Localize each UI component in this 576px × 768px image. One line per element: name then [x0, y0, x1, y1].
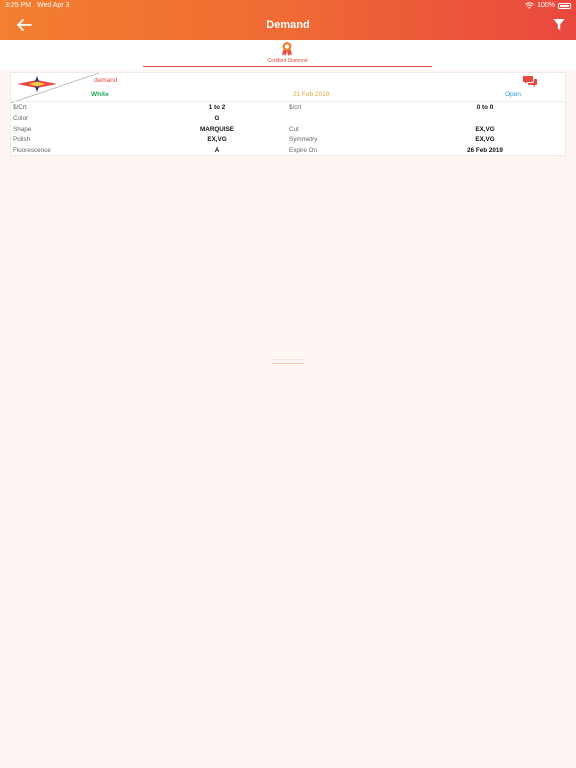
status-right: 100%	[525, 0, 571, 11]
table-row: Fluorescence A Expire On 26 Feb 2019	[11, 145, 567, 156]
row-label-left: Shape	[13, 125, 32, 133]
row-label-left: Fluorescence	[13, 147, 51, 155]
tab-label: Certified Diamond	[267, 58, 308, 64]
row-value-left: G	[214, 114, 220, 122]
app-header: 3:25 PM Wed Apr 3 100% Demand	[0, 0, 576, 40]
page-title: Demand	[266, 19, 310, 31]
status-time: 3:25 PM	[5, 2, 32, 9]
color-type-label: White	[91, 91, 109, 98]
row-label-right: Cut	[289, 125, 299, 133]
filter-funnel-icon[interactable]	[553, 18, 565, 31]
row-value-right: 26 Feb 2019	[467, 147, 503, 155]
row-value-right: EX,VG	[475, 125, 495, 133]
status-badge: Open	[505, 91, 521, 98]
card-title: demand	[94, 77, 118, 84]
chat-bubbles-icon[interactable]	[523, 75, 537, 87]
details-table: $/Crt 1 to 2 $/crt 0 to 0 Color G Shape …	[11, 102, 567, 156]
row-value-right: 0 to 0	[476, 104, 494, 111]
battery-percent: 100%	[537, 2, 555, 9]
row-value-left: EX,VG	[207, 136, 227, 144]
row-value-left: MARQUISE	[200, 125, 234, 133]
tab-bar: Certified Diamond	[0, 40, 576, 70]
posted-date: 21 Feb 2019	[293, 91, 330, 98]
status-date: Wed Apr 3	[37, 2, 70, 9]
table-row: Polish EX,VG Symmetry EX,VG	[11, 134, 567, 145]
wifi-icon	[525, 2, 534, 9]
row-label-right: $/crt	[289, 104, 302, 111]
status-bar: 3:25 PM Wed Apr 3 100%	[0, 0, 576, 11]
loading-indicator	[272, 356, 304, 368]
award-ribbon-icon	[281, 42, 293, 56]
demand-card[interactable]: demand White 21 Feb 2019 Open $/Crt 1 to…	[10, 72, 566, 156]
tab-certified-diamond[interactable]: Certified Diamond	[143, 40, 432, 67]
row-value-right: EX,VG	[475, 136, 495, 144]
diamond-logo-icon	[17, 76, 57, 92]
row-label-right: Expire On	[289, 147, 317, 155]
row-label-left: $/Crt	[13, 104, 27, 111]
row-label-left: Polish	[13, 136, 31, 144]
row-label-left: Color	[13, 114, 29, 122]
table-row: Shape MARQUISE Cut EX,VG	[11, 124, 567, 135]
table-row: $/Crt 1 to 2 $/crt 0 to 0	[11, 102, 567, 113]
row-value-left: A	[214, 147, 220, 155]
row-value-left: 1 to 2	[208, 104, 226, 111]
battery-icon	[558, 2, 571, 9]
table-row: Color G	[11, 113, 567, 124]
row-label-right: Symmetry	[289, 136, 318, 144]
